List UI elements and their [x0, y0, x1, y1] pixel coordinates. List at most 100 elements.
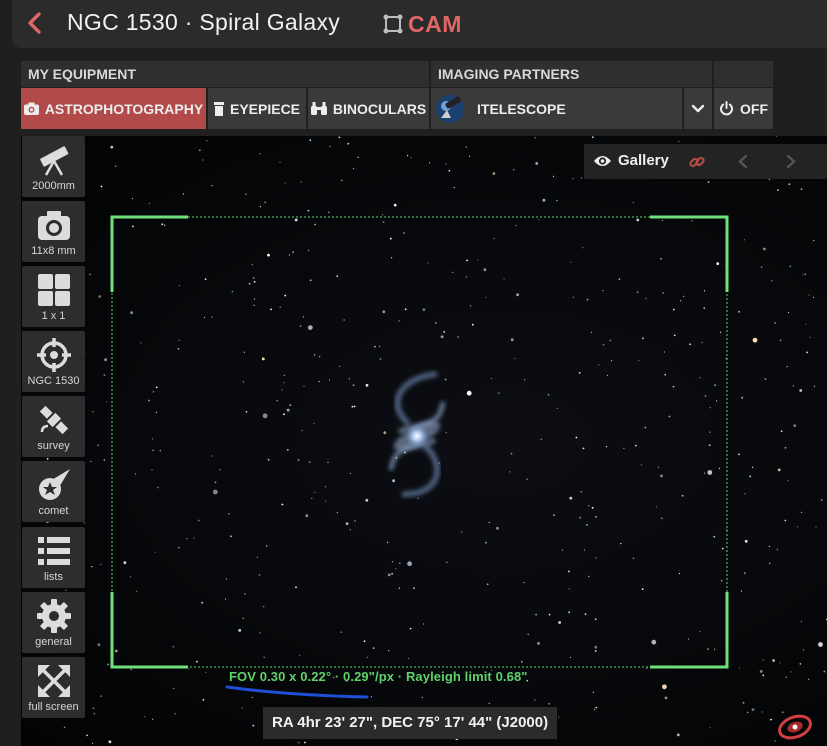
star: [594, 645, 598, 649]
star: [205, 671, 207, 674]
star: [152, 449, 154, 451]
galaxy-image: [388, 371, 446, 498]
star: [768, 545, 771, 547]
star: [662, 684, 667, 690]
star: [313, 423, 315, 425]
camera-icon: [23, 102, 39, 115]
chevron-left-icon: [28, 12, 41, 34]
tool-target[interactable]: NGC 1530: [22, 331, 85, 392]
tab-eyepiece[interactable]: EYEPIECE: [208, 88, 306, 129]
star: [366, 656, 368, 658]
star: [211, 316, 213, 318]
star: [327, 461, 329, 463]
partner-itelescope[interactable]: ITELESCOPE: [431, 88, 682, 129]
equipment-bar: MY EQUIPMENT IMAGING PARTNERS ASTROPHOTO…: [21, 61, 773, 129]
star: [345, 522, 349, 526]
cam-mode-toggle[interactable]: CAM: [382, 9, 462, 39]
chevron-left-icon[interactable]: [737, 154, 749, 169]
star: [266, 545, 268, 547]
power-off-button[interactable]: OFF: [714, 88, 773, 129]
link-icon[interactable]: [689, 154, 705, 170]
chevron-right-icon[interactable]: [785, 154, 797, 169]
star: [483, 268, 487, 272]
star: [486, 583, 489, 586]
star: [407, 561, 412, 567]
star: [309, 139, 312, 142]
star: [815, 526, 817, 528]
star: [488, 702, 490, 705]
star: [263, 606, 265, 608]
eyepiece-icon: [213, 101, 224, 116]
tab-binoculars[interactable]: BINOCULARS: [308, 88, 429, 129]
star: [242, 381, 244, 383]
back-button[interactable]: [24, 11, 48, 35]
star: [340, 631, 342, 633]
star: [595, 706, 598, 709]
star: [620, 543, 622, 545]
star: [466, 390, 472, 396]
star: [738, 310, 740, 313]
star: [140, 342, 142, 344]
star: [219, 469, 221, 471]
star: [582, 247, 584, 249]
star: [584, 613, 587, 615]
star: [787, 312, 790, 314]
tool-label: 11x8 mm: [31, 245, 76, 257]
star: [606, 374, 609, 376]
tool-general-settings[interactable]: general: [22, 592, 85, 653]
star: [338, 136, 341, 139]
tool-full-screen[interactable]: full screen: [22, 657, 85, 718]
star: [238, 629, 242, 632]
star: [383, 431, 387, 435]
star: [259, 153, 261, 155]
star: [188, 668, 190, 670]
star: [802, 649, 805, 651]
tool-label: lists: [44, 571, 63, 583]
star: [154, 551, 156, 553]
star: [392, 479, 395, 483]
star: [347, 142, 350, 145]
star: [311, 497, 313, 499]
star: [206, 140, 208, 142]
star: [297, 741, 300, 744]
star: [136, 590, 138, 592]
tool-lists[interactable]: lists: [22, 527, 85, 588]
gallery-button[interactable]: Gallery: [618, 152, 669, 169]
star: [548, 613, 551, 616]
star: [676, 733, 680, 737]
star: [678, 140, 680, 142]
star: [325, 500, 327, 502]
partner-dropdown[interactable]: [684, 88, 712, 129]
star: [660, 474, 663, 478]
partner-label: ITELESCOPE: [477, 100, 566, 117]
power-label: OFF: [740, 100, 768, 117]
page-title: NGC 1530 · Spiral Galaxy: [67, 9, 341, 35]
star: [395, 568, 397, 570]
star: [595, 516, 597, 518]
star: [155, 386, 158, 389]
star: [552, 175, 555, 177]
tab-label: ASTROPHOTOGRAPHY: [44, 100, 204, 117]
star: [453, 186, 455, 189]
star: [259, 206, 262, 208]
tool-sensor-size[interactable]: 11x8 mm: [22, 201, 85, 262]
star: [422, 308, 426, 311]
star: [258, 574, 261, 576]
star: [703, 472, 706, 474]
tab-astrophotography[interactable]: ASTROPHOTOGRAPHY: [21, 88, 206, 129]
tool-survey[interactable]: survey: [22, 396, 85, 457]
star: [623, 447, 625, 449]
tool-mosaic[interactable]: 1 x 1: [22, 266, 85, 327]
star: [92, 707, 95, 710]
sky-view[interactable]: 2000mm 11x8 mm 1 x 1 NGC 1530 survey com…: [21, 136, 827, 746]
star: [744, 539, 748, 543]
tool-focal-length[interactable]: 2000mm: [22, 136, 85, 197]
star: [314, 354, 316, 356]
tool-comet[interactable]: comet: [22, 461, 85, 522]
star: [721, 547, 724, 550]
star: [632, 557, 635, 560]
star: [776, 548, 779, 551]
star: [261, 357, 265, 361]
star: [444, 378, 447, 381]
star: [618, 278, 621, 281]
